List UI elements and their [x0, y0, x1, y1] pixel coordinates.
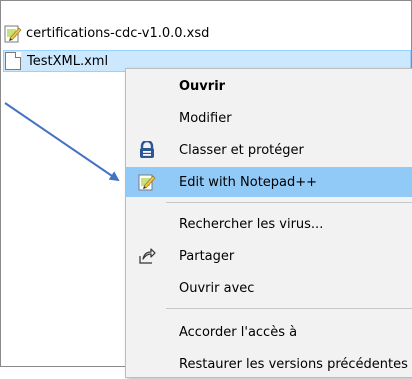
menu-item-edit-notepadpp[interactable]: Edit with Notepad++: [126, 167, 412, 197]
menu-item-classer-proteger[interactable]: Classer et protéger: [126, 135, 412, 165]
notepadpp-file-icon: [4, 24, 22, 43]
menu-separator: [166, 202, 412, 203]
menu-item-label: Restaurer les versions précédentes: [179, 356, 408, 372]
menu-item-ouvrir-avec[interactable]: Ouvrir avec: [126, 273, 412, 303]
menu-item-label: Classer et protéger: [179, 142, 304, 158]
menu-item-restaurer-versions[interactable]: Restaurer les versions précédentes: [126, 349, 412, 379]
menu-item-label: Edit with Notepad++: [179, 174, 318, 190]
menu-item-label: Accorder l'accès à: [179, 324, 298, 340]
notepadpp-icon: [138, 173, 156, 191]
context-menu: Ouvrir Modifier Classer et protéger Edit…: [125, 68, 412, 378]
menu-item-label: Modifier: [179, 110, 232, 126]
menu-item-partager[interactable]: Partager: [126, 241, 412, 271]
azure-protect-icon: [138, 139, 156, 159]
file-name: certifications-cdc-v1.0.0.xsd: [26, 25, 210, 41]
menu-item-ouvrir[interactable]: Ouvrir: [126, 71, 412, 101]
share-icon: [138, 247, 156, 265]
menu-item-rechercher-virus[interactable]: Rechercher les virus...: [126, 209, 412, 239]
blank-file-icon: [5, 52, 21, 70]
menu-item-label: Rechercher les virus...: [179, 216, 324, 232]
file-name: TestXML.xml: [27, 53, 109, 69]
menu-item-label: Ouvrir: [179, 78, 226, 94]
menu-separator: [166, 308, 412, 309]
menu-item-accorder-acces[interactable]: Accorder l'accès à: [126, 317, 412, 347]
menu-item-modifier[interactable]: Modifier: [126, 103, 412, 133]
menu-item-label: Ouvrir avec: [179, 280, 255, 296]
menu-item-label: Partager: [179, 248, 235, 264]
file-row-xsd[interactable]: certifications-cdc-v1.0.0.xsd: [4, 22, 404, 44]
